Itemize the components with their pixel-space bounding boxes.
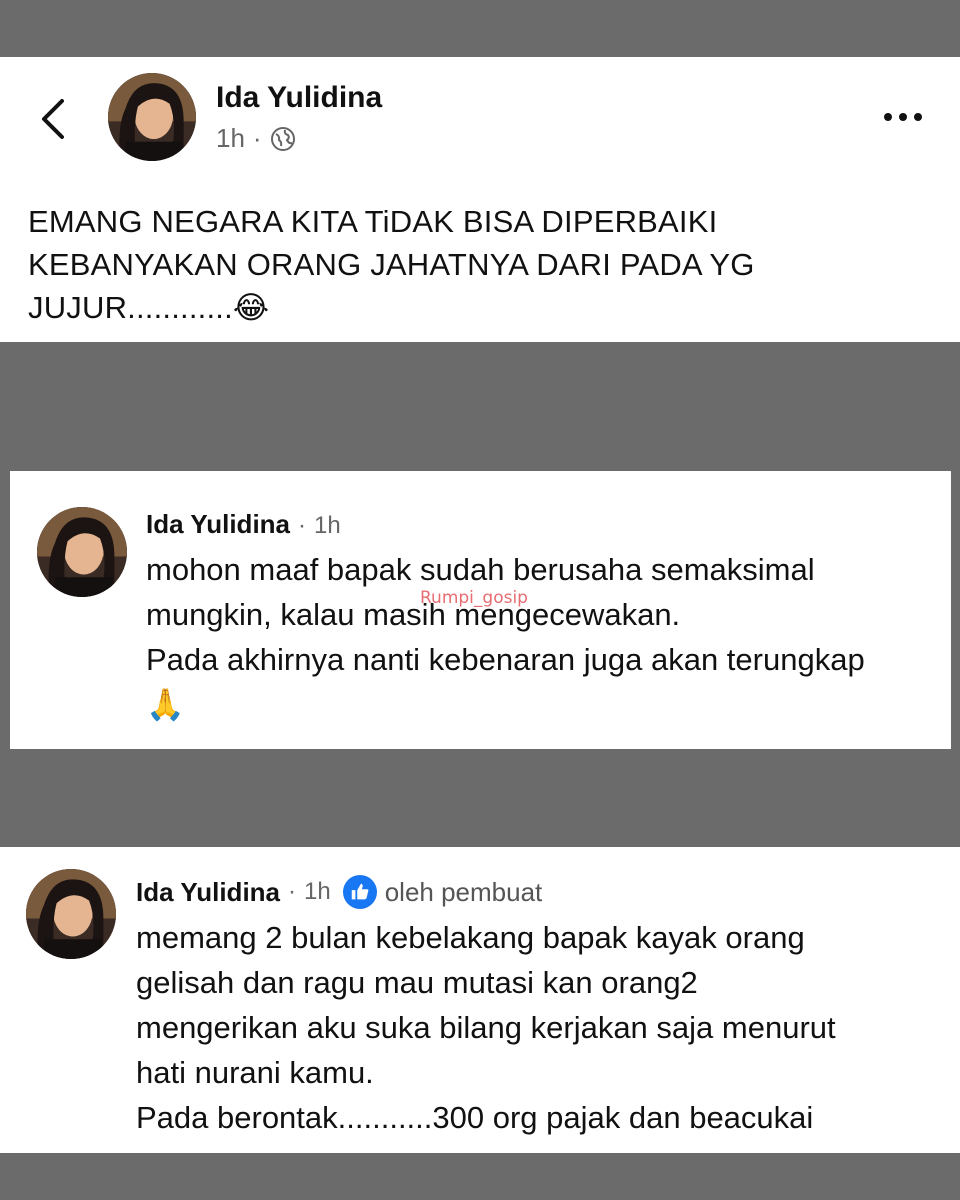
comment-author-name[interactable]: Ida Yulidina	[146, 509, 290, 540]
comment-text: memang 2 bulan kebelakang bapak kayak or…	[136, 920, 836, 1135]
thumbs-up-icon	[342, 875, 377, 909]
globe-icon	[270, 126, 296, 152]
more-options-icon[interactable]	[884, 105, 932, 129]
meta-separator: ·	[252, 123, 262, 153]
author-tag: oleh pembuat	[384, 876, 543, 907]
comment-card: Ida Yulidina · 1h oleh pembuat memang 2 …	[0, 847, 960, 1153]
comment-header: Ida Yulidina · 1h oleh pembuat	[136, 875, 542, 909]
post-time[interactable]: 1h	[216, 123, 245, 154]
comment-time[interactable]: 1h	[304, 878, 331, 906]
post-text: EMANG NEGARA KITA TiDAK BISA DIPERBAIKI …	[28, 204, 755, 325]
watermark: Rumpi_gosip	[420, 588, 528, 608]
post-card: Ida Yulidina 1h · EMANG NEGARA KITA TiDA…	[0, 57, 960, 342]
comment-time[interactable]: 1h	[314, 512, 341, 540]
avatar[interactable]	[108, 73, 196, 161]
post-author-name[interactable]: Ida Yulidina	[216, 81, 382, 115]
comment-text: mohon maaf bapak sudah berusaha semaksim…	[146, 552, 865, 722]
meta-separator: ·	[298, 512, 307, 539]
comment-card: Ida Yulidina · 1h mohon maaf bapak sudah…	[10, 471, 951, 749]
avatar[interactable]	[26, 869, 116, 959]
avatar[interactable]	[37, 507, 127, 597]
comment-header: Ida Yulidina · 1h	[146, 509, 341, 540]
post-meta: 1h ·	[216, 123, 296, 154]
meta-separator: ·	[288, 878, 297, 905]
back-icon[interactable]	[36, 97, 72, 141]
comment-author-name[interactable]: Ida Yulidina	[136, 877, 280, 908]
